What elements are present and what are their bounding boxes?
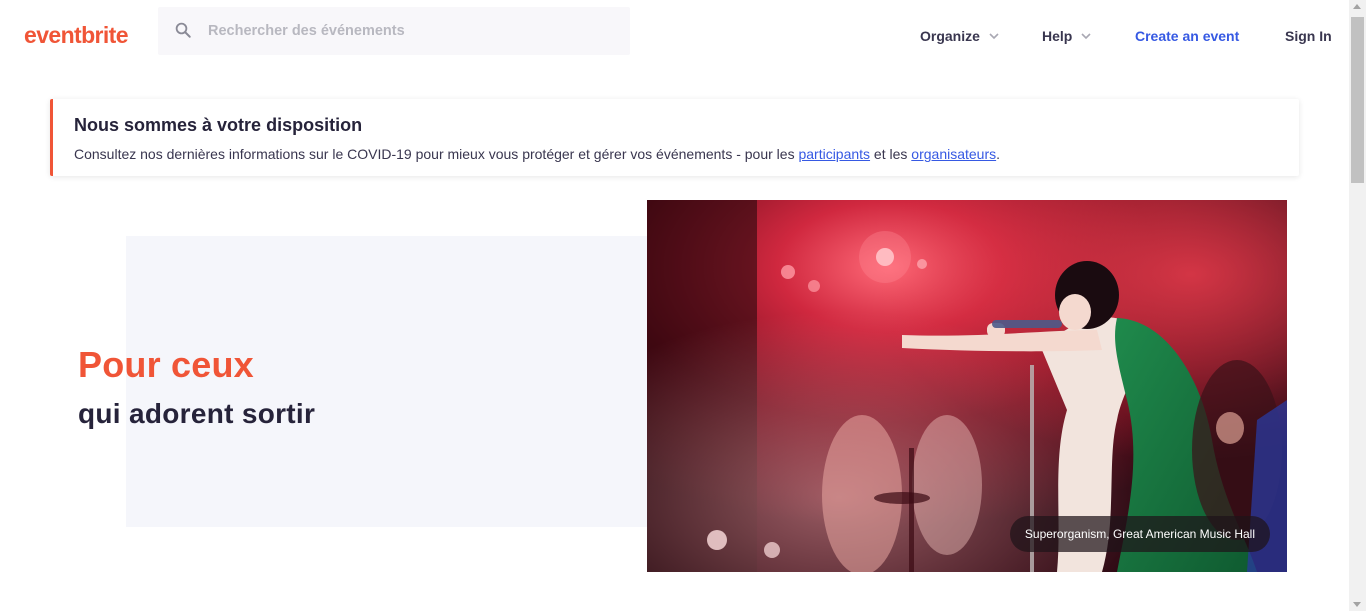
banner-text-middle: et les [870, 146, 912, 162]
scroll-up-arrow-icon[interactable] [1353, 4, 1361, 9]
nav-help-label: Help [1042, 28, 1073, 44]
sign-in-link[interactable]: Sign In [1285, 26, 1332, 46]
covid-info-banner: Nous sommes à votre disposition Consulte… [50, 99, 1299, 176]
create-event-link[interactable]: Create an event [1135, 26, 1239, 46]
organizers-link[interactable]: organisateurs [911, 146, 996, 162]
hero-subtitle: qui adorent sortir [78, 398, 316, 429]
scrollbar-thumb[interactable] [1351, 17, 1364, 183]
chevron-down-icon [1081, 33, 1091, 40]
nav-organize-label: Organize [920, 28, 980, 44]
page-scrollbar[interactable] [1349, 0, 1366, 611]
banner-text: Consultez nos dernières informations sur… [74, 146, 1000, 162]
scroll-down-arrow-icon[interactable] [1353, 602, 1361, 607]
search-icon [175, 22, 191, 38]
search-input[interactable] [208, 7, 618, 55]
banner-text-intro: Consultez nos dernières informations sur… [74, 146, 799, 162]
top-header: eventbrite Organize Help Create an event… [0, 0, 1349, 70]
chevron-down-icon [989, 33, 999, 40]
search-bar[interactable] [158, 7, 630, 55]
participants-link[interactable]: participants [798, 146, 870, 162]
image-caption: Superorganism, Great American Music Hall [1009, 516, 1270, 552]
banner-title: Nous sommes à votre disposition [74, 115, 363, 135]
hero-concert-image: Superorganism, Great American Music Hall [647, 200, 1287, 572]
nav-organize[interactable]: Organize [920, 26, 1000, 46]
eventbrite-logo[interactable]: eventbrite [24, 22, 129, 49]
banner-text-end: . [996, 146, 1001, 162]
nav-help[interactable]: Help [1042, 26, 1092, 46]
hero-title: Pour ceux [78, 344, 254, 385]
